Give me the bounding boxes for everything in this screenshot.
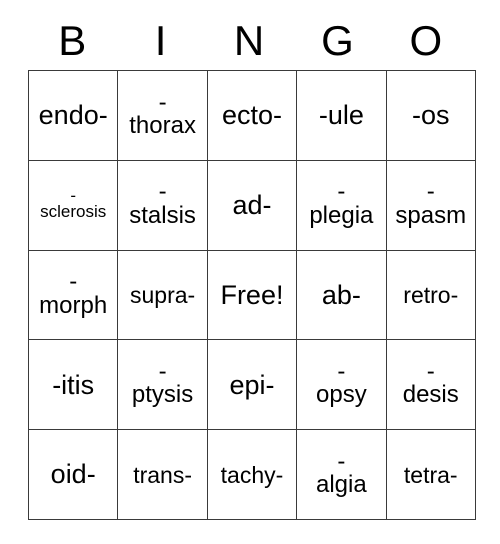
bingo-cell[interactable]: - thorax [117, 70, 208, 161]
bingo-cell[interactable]: - spasm [385, 159, 476, 251]
bingo-cell-label: - thorax [119, 71, 206, 159]
bingo-cell-label: - algia [298, 431, 385, 519]
bingo-cell[interactable]: - ptysis [117, 339, 208, 431]
bingo-cell-prefix-dash: - [158, 357, 167, 385]
bingo-cell[interactable]: ad- [206, 159, 298, 251]
bingo-cell-label: - sclerosis [30, 161, 117, 249]
header-letter-g: G [321, 17, 354, 64]
bingo-row: - sclerosis - stalsis ad- - plegia - spasm [27, 159, 476, 251]
bingo-cell-word: oid- [50, 459, 96, 490]
bingo-grid-body: endo- - thorax ecto- -ule -os - sclerosis - stals… [27, 70, 476, 520]
bingo-cell-label: -os [387, 71, 474, 159]
bingo-cell-word: ad- [232, 190, 272, 221]
bingo-cell-label: tetra- [387, 431, 474, 519]
bingo-cell-word: supra- [129, 281, 196, 308]
bingo-cell-label: Free! [208, 251, 295, 339]
bingo-cell-label: -itis [30, 341, 117, 429]
bingo-cell-prefix-dash: - [69, 268, 78, 296]
bingo-cell-label: epi- [208, 341, 295, 429]
bingo-cell-label: - stalsis [119, 161, 206, 249]
bingo-cell-label: - ptysis [119, 341, 206, 429]
bingo-cell-word: stalsis [129, 201, 196, 229]
bingo-cell[interactable]: trans- [117, 429, 208, 520]
bingo-header-letters: B I N G O [28, 12, 470, 70]
bingo-cell[interactable]: epi- [206, 339, 298, 431]
bingo-cell-label: trans- [119, 431, 206, 519]
bingo-cell-word: retro- [403, 281, 459, 308]
bingo-cell-prefix-dash: - [158, 178, 167, 206]
bingo-row: -itis - ptysis epi- - opsy - desis [27, 339, 476, 431]
bingo-cell[interactable]: supra- [117, 249, 208, 341]
bingo-cell-label: tachy- [208, 431, 295, 519]
bingo-card: B I N G O endo- - thorax ecto- -ule -os - scler… [27, 12, 476, 520]
bingo-cell-label: -ule [298, 71, 385, 159]
bingo-cell-word: ecto- [221, 100, 282, 131]
bingo-cell[interactable]: retro- [385, 249, 476, 341]
bingo-cell[interactable]: ab- [296, 249, 387, 341]
bingo-cell-word: -os [412, 100, 450, 131]
header-letter-b: B [58, 17, 87, 64]
bingo-cell[interactable]: - sclerosis [27, 159, 119, 251]
bingo-cell-label: ad- [208, 161, 295, 249]
bingo-cell-word: Free! [220, 279, 284, 310]
bingo-cell-word: plegia [309, 201, 374, 229]
bingo-cell-word: endo- [38, 100, 108, 131]
bingo-cell-word: -ule [318, 100, 364, 131]
bingo-cell-word: tachy- [220, 461, 284, 488]
bingo-cell-label: oid- [30, 431, 117, 519]
bingo-grid: endo- - thorax ecto- -ule -os - sclerosis - stals… [27, 70, 476, 520]
bingo-cell[interactable]: ecto- [206, 70, 298, 161]
bingo-row: oid-trans-tachy- - algia tetra- [27, 429, 476, 520]
bingo-cell-word: trans- [133, 461, 192, 488]
bingo-cell-label: ab- [298, 251, 385, 339]
bingo-cell-label: - opsy [298, 341, 385, 429]
bingo-row: endo- - thorax ecto- -ule -os [27, 70, 476, 161]
bingo-cell-word: morph [39, 291, 108, 319]
bingo-cell-label: - plegia [298, 161, 385, 249]
bingo-cell-word: ab- [321, 279, 361, 310]
bingo-cell[interactable]: endo- [27, 70, 119, 161]
bingo-cell-label: retro- [387, 251, 474, 339]
bingo-cell[interactable]: - algia [296, 429, 387, 520]
header-letter-o: O [409, 17, 443, 64]
bingo-cell-prefix-dash: - [426, 178, 435, 206]
bingo-cell-label: supra- [119, 251, 206, 339]
bingo-cell-word: opsy [316, 381, 367, 409]
bingo-cell-prefix-dash: - [70, 186, 77, 206]
bingo-cell-label: endo- [30, 71, 117, 159]
bingo-cell-prefix-dash: - [337, 447, 346, 475]
bingo-cell-prefix-dash: - [158, 88, 167, 116]
bingo-cell-label: ecto- [208, 71, 295, 159]
header-letter-i: I [154, 17, 167, 64]
bingo-cell[interactable]: - plegia [296, 159, 387, 251]
bingo-cell-word: thorax [129, 111, 196, 139]
bingo-cell-label: - spasm [387, 161, 474, 249]
bingo-cell[interactable]: - stalsis [117, 159, 208, 251]
bingo-cell-word: ptysis [131, 381, 194, 409]
bingo-cell-word: algia [316, 471, 367, 499]
bingo-cell-prefix-dash: - [426, 357, 435, 385]
bingo-cell[interactable]: tetra- [385, 429, 476, 520]
bingo-cell-word: desis [402, 381, 459, 409]
bingo-cell-label: - morph [30, 251, 117, 339]
bingo-cell[interactable]: - morph [27, 249, 119, 341]
bingo-cell-word: spasm [395, 201, 467, 229]
bingo-cell-label: - desis [387, 341, 474, 429]
bingo-row: - morph supra- Free! ab-retro- [27, 249, 476, 341]
bingo-cell[interactable]: tachy- [206, 429, 298, 520]
bingo-cell[interactable]: -os [385, 70, 476, 161]
bingo-cell-prefix-dash: - [337, 357, 346, 385]
header-letter-n: N [233, 17, 265, 64]
bingo-cell[interactable]: -itis [27, 339, 119, 431]
bingo-cell[interactable]: Free! [206, 249, 298, 341]
bingo-cell[interactable]: - desis [385, 339, 476, 431]
bingo-cell[interactable]: - opsy [296, 339, 387, 431]
bingo-cell-word: sclerosis [40, 202, 107, 222]
bingo-cell-word: epi- [229, 369, 275, 400]
bingo-cell[interactable]: -ule [296, 70, 387, 161]
bingo-cell-word: tetra- [403, 461, 458, 488]
bingo-cell[interactable]: oid- [27, 429, 119, 520]
bingo-cell-word: -itis [52, 369, 95, 400]
bingo-cell-prefix-dash: - [337, 178, 346, 206]
